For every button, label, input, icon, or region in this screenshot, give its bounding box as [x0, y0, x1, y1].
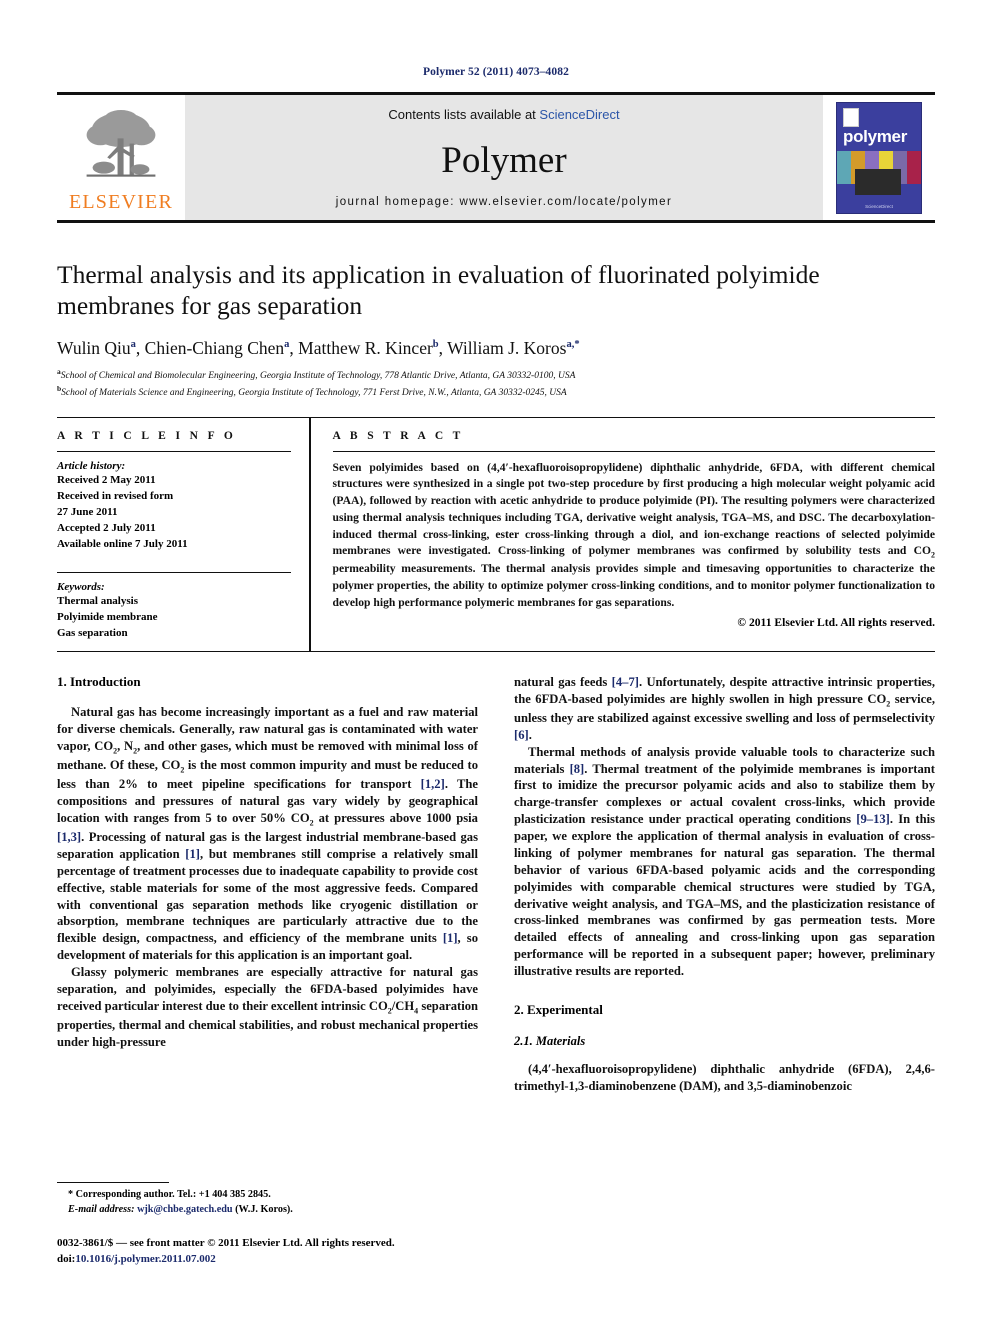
keywords-label: Keywords:: [57, 580, 105, 593]
divider: [57, 450, 291, 452]
journal-homepage-link[interactable]: journal homepage: www.elsevier.com/locat…: [336, 196, 672, 208]
cover-badge-icon: [843, 107, 859, 127]
body-column-left: 1. Introduction Natural gas has become i…: [57, 674, 478, 1095]
article-info-column: A R T I C L E I N F O Article history: R…: [57, 430, 309, 641]
article-info-heading: A R T I C L E I N F O: [57, 429, 237, 442]
article-history-label: Article history:: [57, 459, 126, 472]
author-affiliation-mark: a: [284, 339, 290, 351]
article-history-list: Received 2 May 2011 Received in revised …: [57, 472, 291, 552]
body-column-right: natural gas feeds [4–7]. Unfortunately, …: [514, 674, 935, 1095]
divider: [57, 571, 291, 573]
history-item: Accepted 2 July 2011: [57, 521, 156, 534]
affiliation-text: School of Materials Science and Engineer…: [61, 388, 567, 399]
email-owner: (W.J. Koros).: [235, 1203, 293, 1215]
keyword-item: Thermal analysis: [57, 594, 138, 607]
publisher-logo: ELSEVIER: [57, 95, 185, 220]
author-name: Matthew R. Kincer: [298, 338, 433, 359]
author-affiliation-mark: b: [432, 339, 439, 351]
journal-masthead: ELSEVIER Contents lists available at Sci…: [57, 92, 935, 223]
keywords-list: Thermal analysis Polyimide membrane Gas …: [57, 593, 291, 641]
affiliation-item: bSchool of Materials Science and Enginee…: [57, 384, 935, 401]
front-matter-block: 0032-3861/$ — see front matter © 2011 El…: [57, 1236, 452, 1267]
footnote-divider: [57, 1182, 169, 1184]
title-block: Thermal analysis and its application in …: [57, 259, 935, 401]
page-title: Thermal analysis and its application in …: [57, 260, 820, 321]
email-label: E-mail address:: [68, 1203, 135, 1215]
abstract-copyright: © 2011 Elsevier Ltd. All rights reserved…: [737, 615, 935, 629]
affiliation-text: School of Chemical and Biomolecular Engi…: [60, 371, 576, 382]
history-item: Available online 7 July 2011: [57, 537, 188, 550]
contents-available-line: Contents lists available at ScienceDirec…: [388, 107, 619, 122]
doi-label: doi:: [57, 1252, 76, 1265]
cover-footer-text: ScienceDirect: [865, 203, 893, 209]
affiliation-list: aSchool of Chemical and Biomolecular Eng…: [57, 367, 935, 400]
paragraph: Glassy polymeric membranes are especiall…: [57, 965, 478, 1049]
body-columns: 1. Introduction Natural gas has become i…: [57, 674, 935, 1095]
footnote-zone: * Corresponding author. Tel.: +1 404 385…: [57, 1182, 452, 1267]
history-item: 27 June 2011: [57, 505, 118, 518]
author-name: William J. Koros: [447, 338, 567, 359]
corresponding-author-text: * Corresponding author. Tel.: +1 404 385…: [68, 1189, 271, 1201]
doi-link[interactable]: 10.1016/j.polymer.2011.07.002: [75, 1253, 215, 1265]
abstract-heading: A B S T R A C T: [332, 429, 464, 442]
paragraph: Natural gas has become increasingly impo…: [57, 704, 479, 963]
author-affiliation-mark: a,*: [566, 339, 580, 351]
cover-journal-name: polymer: [843, 126, 908, 146]
paragraph: (4,4′-hexafluoroisopropylidene) diphthal…: [514, 1061, 935, 1093]
journal-cover-thumbnail: polymer ScienceDirect: [823, 95, 935, 220]
cover-micrograph: [855, 168, 901, 195]
journal-title: Polymer: [441, 139, 567, 181]
keyword-item: Polyimide membrane: [57, 610, 158, 623]
email-note: E-mail address: wjk@chbe.gatech.edu (W.J…: [57, 1203, 452, 1217]
email-link[interactable]: wjk@chbe.gatech.edu: [137, 1204, 233, 1215]
history-item: Received in revised form: [57, 489, 174, 502]
corresponding-author-note: * Corresponding author. Tel.: +1 404 385…: [57, 1188, 452, 1217]
paragraph: Thermal methods of analysis provide valu…: [514, 744, 935, 979]
author-list: Wulin Qiua, Chien-Chiang Chena, Matthew …: [57, 338, 580, 359]
running-head: Polymer 52 (2011) 4073–4082: [423, 66, 569, 78]
author-affiliation-mark: a: [130, 339, 136, 351]
journal-article-page: Polymer 52 (2011) 4073–4082 ELSEVIER Con…: [0, 0, 992, 1323]
elsevier-wordmark: ELSEVIER: [68, 191, 174, 213]
abstract-text: Seven polyimides based on (4,4′-hexafluo…: [332, 460, 936, 609]
front-matter-line: 0032-3861/$ — see front matter © 2011 El…: [57, 1237, 395, 1250]
divider: [332, 450, 935, 452]
doi-line: doi:10.1016/j.polymer.2011.07.002: [57, 1252, 452, 1267]
subsection-heading-materials: 2.1. Materials: [514, 1033, 586, 1048]
elsevier-tree-icon: [86, 110, 156, 177]
section-heading-introduction: 1. Introduction: [57, 673, 141, 689]
article-info-abstract-panel: A R T I C L E I N F O Article history: R…: [57, 416, 936, 652]
history-item: Received 2 May 2011: [57, 473, 156, 486]
contents-prefix: Contents lists available at: [388, 107, 540, 122]
author-name: Wulin Qiu: [57, 338, 131, 359]
cover-image: polymer ScienceDirect: [836, 101, 922, 214]
author-name: Chien-Chiang Chen: [144, 338, 285, 359]
sciencedirect-link[interactable]: ScienceDirect: [539, 107, 619, 122]
section-heading-experimental: 2. Experimental: [514, 1001, 603, 1017]
affiliation-item: aSchool of Chemical and Biomolecular Eng…: [57, 367, 935, 384]
abstract-column: A B S T R A C T Seven polyimides based o…: [311, 429, 936, 641]
keyword-item: Gas separation: [57, 626, 128, 639]
paragraph: natural gas feeds [4–7]. Unfortunately, …: [514, 674, 935, 742]
masthead-center: Contents lists available at ScienceDirec…: [185, 95, 823, 220]
